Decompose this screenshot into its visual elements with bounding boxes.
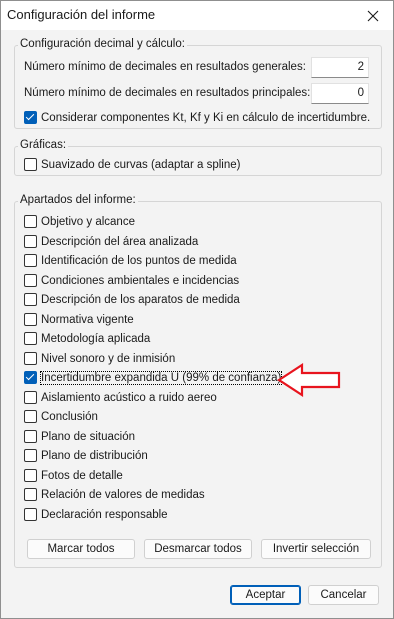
invert-selection-label: Invertir selección xyxy=(272,543,360,555)
section-checkbox[interactable]: Relación de valores de medidas xyxy=(24,488,205,501)
section-checkbox[interactable]: Condiciones ambientales e incidencias xyxy=(24,274,239,287)
main-decimals-label: Número mínimo de decimales en resultados… xyxy=(24,87,311,99)
uncertainty-components-checkbox[interactable]: Considerar componentes Kt, Kf y Ki en cá… xyxy=(24,111,370,124)
section-check-icon[interactable] xyxy=(24,488,37,501)
section-checkbox[interactable]: Incertidumbre expandida U (99% de confia… xyxy=(24,370,283,385)
section-check-icon[interactable] xyxy=(24,332,37,345)
curve-smoothing-checkbox[interactable]: Suavizado de curvas (adaptar a spline) xyxy=(24,158,240,171)
general-decimals-input[interactable]: 2 xyxy=(311,57,369,78)
dialog-window: Configuración del informe Configuración … xyxy=(0,0,394,619)
section-check-icon[interactable] xyxy=(24,469,37,482)
section-check-icon[interactable] xyxy=(24,235,37,248)
uncertainty-components-check-icon[interactable] xyxy=(24,111,37,124)
decimal-config-legend: Configuración decimal y cálculo: xyxy=(18,38,187,50)
section-check-icon[interactable] xyxy=(24,410,37,423)
section-checkbox[interactable]: Plano de distribución xyxy=(24,449,148,462)
section-label: Condiciones ambientales e incidencias xyxy=(41,274,240,287)
section-label: Relación de valores de medidas xyxy=(41,488,205,501)
close-button[interactable] xyxy=(353,1,393,30)
select-all-button[interactable]: Marcar todos xyxy=(27,539,135,559)
section-checkbox[interactable]: Declaración responsable xyxy=(24,508,168,521)
section-label: Aislamiento acústico a ruido aereo xyxy=(41,391,217,404)
section-checkbox[interactable]: Aislamiento acústico a ruido aereo xyxy=(24,391,217,404)
section-check-icon[interactable] xyxy=(24,215,37,228)
section-check-icon[interactable] xyxy=(24,293,37,306)
main-decimals-input[interactable]: 0 xyxy=(311,83,369,104)
charts-legend: Gráficas: xyxy=(18,139,69,151)
section-label: Objetivo y alcance xyxy=(41,215,135,228)
section-label: Nivel sonoro y de inmisión xyxy=(41,352,176,365)
section-label: Fotos de detalle xyxy=(41,469,123,482)
accept-button[interactable]: Aceptar xyxy=(230,585,301,605)
curve-smoothing-label: Suavizado de curvas (adaptar a spline) xyxy=(41,158,241,171)
general-decimals-row: Número mínimo de decimales en resultados… xyxy=(24,61,306,73)
section-check-icon[interactable] xyxy=(24,508,37,521)
section-checkbox[interactable]: Descripción de los aparatos de medida xyxy=(24,293,240,306)
section-checkbox[interactable]: Plano de situación xyxy=(24,430,135,443)
cancel-label: Cancelar xyxy=(320,589,367,601)
section-label: Plano de situación xyxy=(41,430,135,443)
dialog-title: Configuración del informe xyxy=(7,7,156,22)
section-checkbox[interactable]: Objetivo y alcance xyxy=(24,215,135,228)
section-label: Descripción de los aparatos de medida xyxy=(41,293,240,306)
section-checkbox[interactable]: Metodología aplicada xyxy=(24,332,150,345)
section-label: Conclusión xyxy=(41,410,98,423)
section-check-icon[interactable] xyxy=(24,274,37,287)
select-all-label: Marcar todos xyxy=(47,543,115,555)
section-check-icon[interactable] xyxy=(24,449,37,462)
section-checkbox[interactable]: Nivel sonoro y de inmisión xyxy=(24,352,175,365)
section-check-icon[interactable] xyxy=(24,391,37,404)
section-label: Plano de distribución xyxy=(41,449,148,462)
close-icon xyxy=(367,10,379,21)
section-checkbox[interactable]: Descripción del área analizada xyxy=(24,235,198,248)
section-check-icon[interactable] xyxy=(24,430,37,443)
main-decimals-row: Número mínimo de decimales en resultados… xyxy=(24,87,310,99)
invert-selection-button[interactable]: Invertir selección xyxy=(261,539,371,559)
section-checkbox[interactable]: Fotos de detalle xyxy=(24,469,123,482)
section-checkbox[interactable]: Conclusión xyxy=(24,410,98,423)
section-label: Descripción del área analizada xyxy=(41,235,199,248)
section-check-icon[interactable] xyxy=(24,254,37,267)
section-check-icon[interactable] xyxy=(24,371,37,384)
section-label: Declaración responsable xyxy=(41,508,168,521)
uncertainty-components-label: Considerar componentes Kt, Kf y Ki en cá… xyxy=(41,111,371,124)
section-label: Metodología aplicada xyxy=(41,332,151,345)
accept-label: Aceptar xyxy=(245,589,286,601)
section-label: Normativa vigente xyxy=(41,313,134,326)
general-decimals-label: Número mínimo de decimales en resultados… xyxy=(24,61,306,73)
section-checkbox[interactable]: Identificación de los puntos de medida xyxy=(24,254,237,267)
section-label: Identificación de los puntos de medida xyxy=(41,254,237,267)
section-check-icon[interactable] xyxy=(24,313,37,326)
curve-smoothing-check-icon[interactable] xyxy=(24,158,37,171)
report-sections-legend: Apartados del informe: xyxy=(18,194,138,206)
section-label: Incertidumbre expandida U (99% de confia… xyxy=(39,370,283,385)
cancel-button[interactable]: Cancelar xyxy=(308,585,379,605)
section-checkbox[interactable]: Normativa vigente xyxy=(24,313,134,326)
deselect-all-label: Desmarcar todos xyxy=(154,543,242,555)
section-check-icon[interactable] xyxy=(24,352,37,365)
deselect-all-button[interactable]: Desmarcar todos xyxy=(144,539,252,559)
title-bar: Configuración del informe xyxy=(1,1,393,30)
red-arrow-annotation xyxy=(277,363,341,397)
